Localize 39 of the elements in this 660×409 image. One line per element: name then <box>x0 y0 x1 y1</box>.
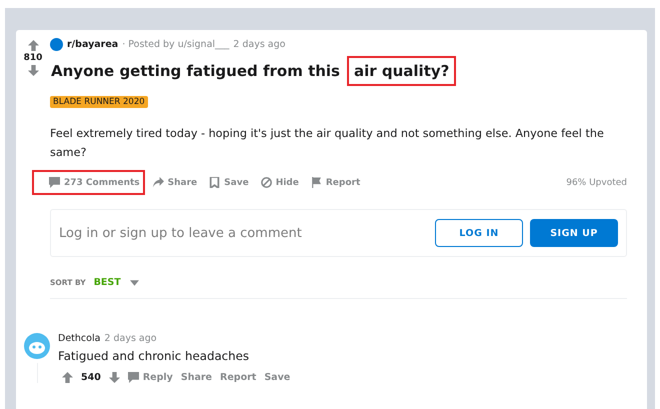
share-button[interactable]: Share <box>180 372 212 383</box>
downvote-icon[interactable] <box>108 372 120 383</box>
caret-icon <box>130 280 139 286</box>
downvote-icon[interactable] <box>28 65 38 76</box>
post-title: Anyone getting fatigued from this <box>50 61 341 82</box>
save-button[interactable]: Save <box>205 170 253 195</box>
upvote-icon[interactable] <box>62 372 73 383</box>
share-button[interactable]: Share <box>148 170 202 195</box>
hide-button[interactable]: Hide <box>256 170 303 195</box>
posted-by: · Posted by u/signal___ <box>122 39 230 50</box>
post-time: 2 days ago <box>233 39 286 50</box>
comment-text: Fatigued and chronic headaches <box>58 349 250 363</box>
save-button[interactable]: Save <box>264 372 290 383</box>
avatar-icon <box>24 333 50 359</box>
post-title: air quality? <box>346 56 456 86</box>
subreddit-link[interactable]: r/bayarea <box>67 39 118 50</box>
upvote-percentage: 96% Upvoted <box>566 178 627 188</box>
hide-icon <box>260 177 272 188</box>
upvote-icon[interactable] <box>28 40 38 51</box>
sign-up-button[interactable]: SIGN UP <box>530 219 618 247</box>
share-arrow-icon <box>152 177 164 188</box>
comment-icon <box>128 372 139 383</box>
sort-dropdown[interactable]: BEST <box>94 277 139 288</box>
flag-icon <box>310 177 322 188</box>
flair-tag: BLADE RUNNER 2020 <box>50 96 148 108</box>
comments-button[interactable]: 273 Comments <box>32 170 145 195</box>
comment-time: 2 days ago <box>104 333 157 344</box>
report-button[interactable]: Report <box>220 372 256 383</box>
log-in-button[interactable]: LOG IN <box>435 219 523 247</box>
subreddit-icon <box>50 38 63 51</box>
vote-count: 540 <box>81 372 101 383</box>
bookmark-icon <box>209 177 220 188</box>
post-body: Feel extremely tired today - hoping it's just the air quality and not something else. Anyone feel the same? <box>50 126 605 161</box>
comment-author[interactable]: Dethcola <box>58 333 100 344</box>
reply-button[interactable]: Reply <box>128 372 173 383</box>
login-text: Log in or sign up to leave a comment <box>59 226 303 240</box>
vote-count: 810 <box>24 53 42 63</box>
comment-icon <box>49 177 60 188</box>
report-button[interactable]: Report <box>306 170 364 195</box>
